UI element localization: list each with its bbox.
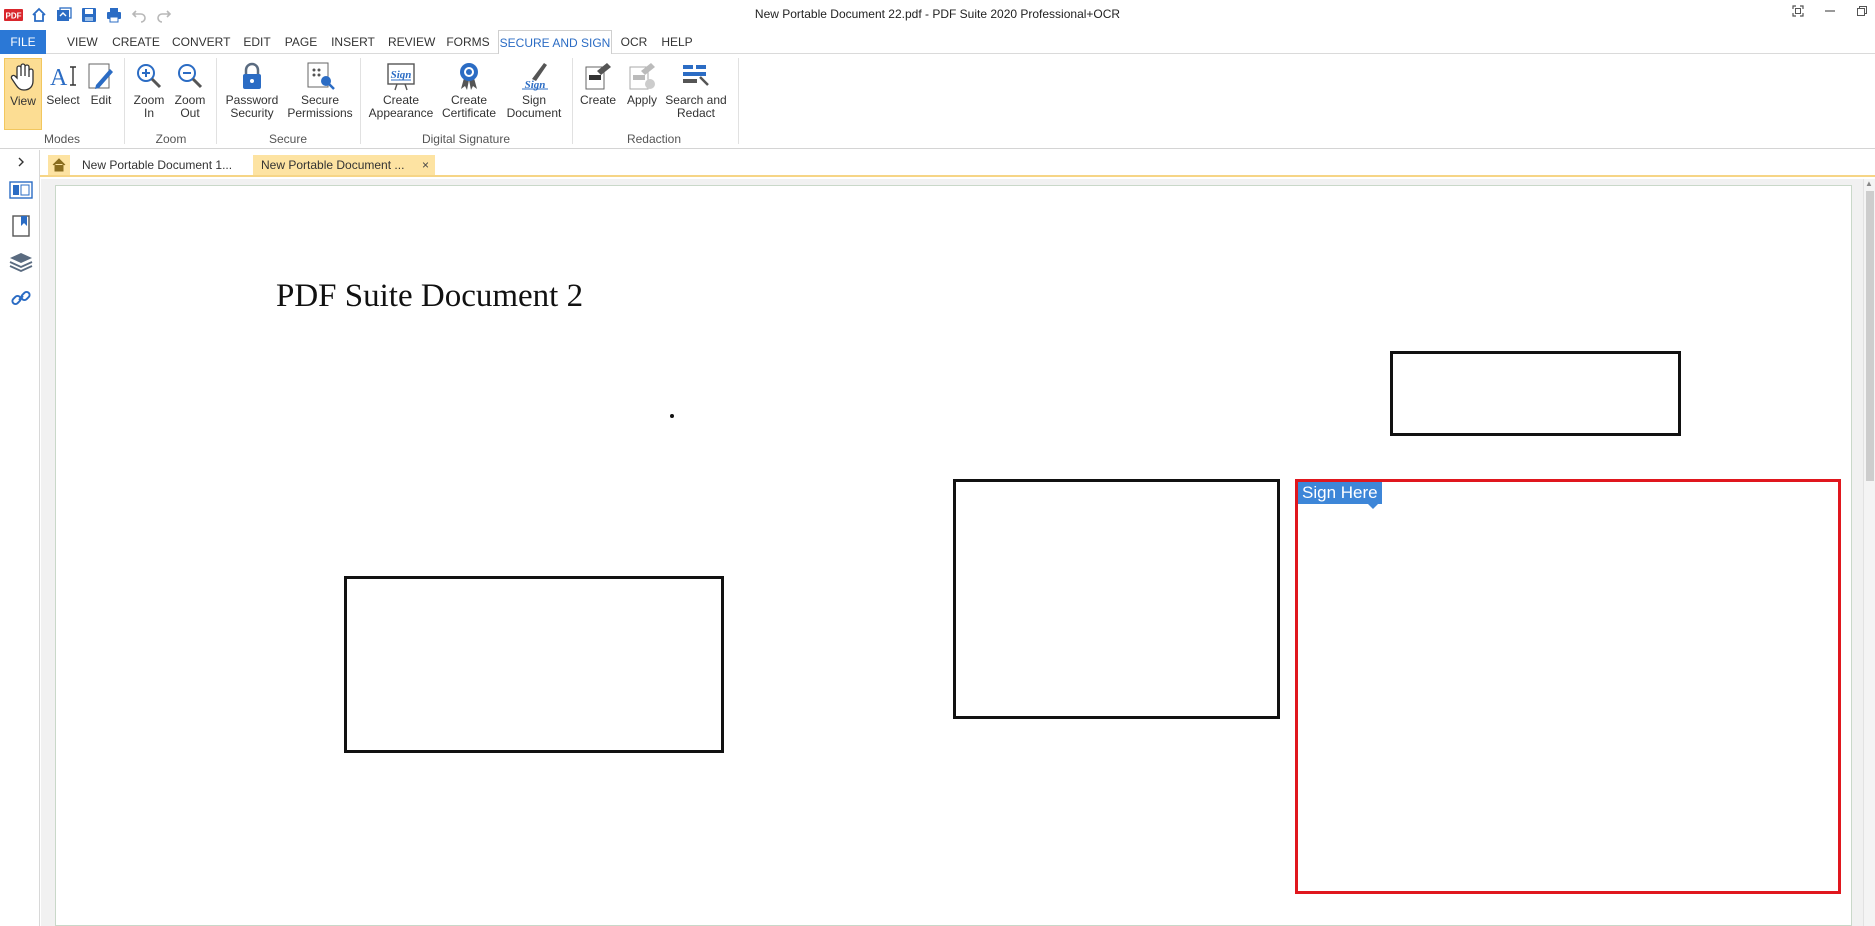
sign-here-label[interactable]: Sign Here <box>1298 482 1382 509</box>
document-tabs: New Portable Document 1... × New Portabl… <box>40 153 1875 177</box>
tab-label: New Portable Document ... <box>261 158 405 172</box>
menu-forms[interactable]: FORMS <box>446 30 490 54</box>
menu-review[interactable]: REVIEW <box>388 30 435 54</box>
apply-redaction-button[interactable]: Apply <box>622 58 662 130</box>
sign-document-button[interactable]: Sign Sign Document <box>502 58 566 130</box>
create-certificate-button[interactable]: Create Certificate <box>438 58 500 130</box>
create-appearance-button[interactable]: Sign Create Appearance <box>366 58 436 130</box>
thumbnails-icon[interactable] <box>9 178 33 202</box>
window-controls <box>1791 4 1869 18</box>
text-select-icon: A <box>47 60 79 92</box>
view-mode-button[interactable]: View <box>4 58 42 130</box>
sign-pen-icon: Sign <box>518 60 550 92</box>
ribbon: View A Select Edit Modes Zoom In Zoom Ou… <box>0 54 1875 149</box>
home-tab-icon[interactable] <box>48 155 70 175</box>
permissions-key-icon <box>304 60 336 92</box>
zoom-out-button[interactable]: Zoom Out <box>170 58 210 130</box>
close-icon[interactable]: × <box>422 155 429 175</box>
layers-icon[interactable] <box>9 250 33 274</box>
menu-edit[interactable]: EDIT <box>242 30 272 54</box>
select-mode-button[interactable]: A Select <box>44 58 82 130</box>
menu-ocr[interactable]: OCR <box>619 30 649 54</box>
group-label-digital-signature: Digital Signature <box>421 132 511 146</box>
pdf-page[interactable]: PDF Suite Document 2 Sign Here <box>55 185 1852 926</box>
menu-convert[interactable]: CONVERT <box>172 30 230 54</box>
menu-page[interactable]: PAGE <box>284 30 318 54</box>
group-label-zoom: Zoom <box>155 132 187 146</box>
secure-permissions-button[interactable]: Secure Permissions <box>286 58 354 130</box>
create-redaction-button[interactable]: Create <box>578 58 618 130</box>
edit-pencil-icon <box>85 60 117 92</box>
chevron-right-icon[interactable] <box>9 154 33 170</box>
redaction-create-icon <box>582 60 614 92</box>
redaction-apply-icon <box>626 60 658 92</box>
restore-icon[interactable] <box>1791 4 1805 18</box>
bookmarks-icon[interactable] <box>9 214 33 238</box>
minimize-icon[interactable] <box>1823 4 1837 18</box>
menu-help[interactable]: HELP <box>660 30 694 54</box>
signature-field[interactable]: Sign Here <box>1295 479 1841 894</box>
zoom-in-icon <box>133 60 165 92</box>
edit-mode-button[interactable]: Edit <box>84 58 118 130</box>
maximize-icon[interactable] <box>1855 4 1869 18</box>
group-label-secure: Secure <box>268 132 308 146</box>
svg-text:Sign: Sign <box>391 69 412 81</box>
group-separator <box>738 58 739 144</box>
document-viewer[interactable]: PDF Suite Document 2 Sign Here <box>41 179 1875 926</box>
lock-icon <box>236 60 268 92</box>
form-field-box[interactable] <box>344 576 724 753</box>
window-title: New Portable Document 22.pdf - PDF Suite… <box>754 7 1121 21</box>
dot-mark <box>670 414 674 418</box>
password-security-button[interactable]: Password Security <box>222 58 282 130</box>
document-title: PDF Suite Document 2 <box>276 278 584 314</box>
search-redact-icon <box>680 60 712 92</box>
menu-secure-and-sign[interactable]: SECURE AND SIGN <box>498 30 612 55</box>
svg-text:A: A <box>50 65 68 91</box>
vertical-scrollbar[interactable]: ▲ <box>1863 179 1875 926</box>
group-separator <box>360 58 361 144</box>
menu-create[interactable]: CREATE <box>112 30 160 54</box>
search-and-redact-button[interactable]: Search and Redact <box>664 58 728 130</box>
tab-document-2[interactable]: New Portable Document ... × <box>253 155 435 175</box>
zoom-out-icon <box>174 60 206 92</box>
links-icon[interactable] <box>9 286 33 310</box>
group-separator <box>572 58 573 144</box>
group-separator <box>124 58 125 144</box>
scroll-up-icon[interactable]: ▲ <box>1865 179 1873 188</box>
menu-bar: FILE VIEW CREATE CONVERT EDIT PAGE INSER… <box>0 30 1875 55</box>
menu-insert[interactable]: INSERT <box>330 30 376 54</box>
menu-file[interactable]: FILE <box>0 30 46 54</box>
zoom-in-button[interactable]: Zoom In <box>130 58 168 130</box>
sign-appearance-icon: Sign <box>385 60 417 92</box>
certificate-icon <box>453 60 485 92</box>
form-field-box[interactable] <box>953 479 1280 719</box>
group-separator <box>216 58 217 144</box>
title-bar: PDF New Portable Document 22.pdf - PDF S… <box>0 0 1875 30</box>
form-field-box[interactable] <box>1390 351 1681 436</box>
scroll-thumb[interactable] <box>1866 191 1874 481</box>
group-label-redaction: Redaction <box>626 132 682 146</box>
side-panel <box>0 150 40 926</box>
hand-icon <box>7 61 39 93</box>
menu-view[interactable]: VIEW <box>67 30 98 54</box>
tab-label: New Portable Document 1... <box>82 158 233 172</box>
group-label-modes: Modes <box>43 132 81 146</box>
